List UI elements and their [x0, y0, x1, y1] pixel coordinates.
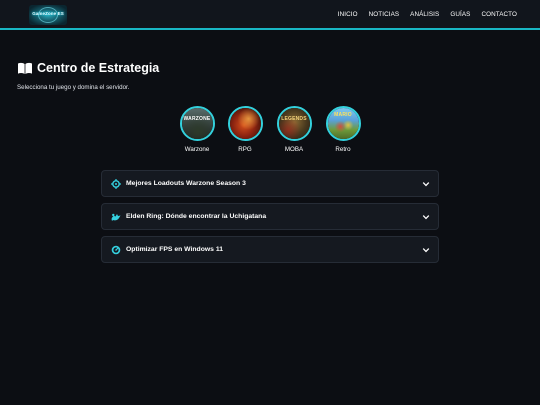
game-option-retro[interactable]: MARIO Retro [325, 106, 361, 153]
game-label: MOBA [284, 146, 304, 153]
guide-accordion-fps[interactable]: Optimizar FPS en Windows 11 [101, 236, 439, 263]
retro-art-text: MARIO [334, 112, 352, 118]
guide-title: Optimizar FPS en Windows 11 [126, 246, 224, 253]
nav-link-noticias[interactable]: NOTICIAS [369, 11, 400, 18]
game-avatar-retro[interactable]: MARIO [325, 106, 361, 141]
open-book-icon [18, 62, 32, 74]
moba-art-text: LEGENDS [281, 116, 307, 122]
game-selector: WARZONE Warzone RPG LEGENDS MOBA MARIO R… [179, 106, 361, 156]
guide-accordion-warzone[interactable]: Mejores Loadouts Warzone Season 3 [101, 170, 439, 197]
game-avatar-warzone[interactable]: WARZONE [179, 106, 215, 141]
chevron-down-icon [422, 248, 430, 253]
chevron-down-icon [422, 182, 430, 187]
nav-links: INICIO NOTICIAS ANÁLISIS GUÍAS CONTACTO [327, 11, 517, 18]
game-option-rpg[interactable]: RPG [227, 106, 263, 153]
chevron-down-icon [422, 215, 430, 220]
page-subtitle: Selecciona tu juego y domina el servidor… [17, 84, 130, 91]
game-option-moba[interactable]: LEGENDS MOBA [276, 106, 312, 153]
game-label: Retro [335, 146, 351, 153]
game-label: Warzone [184, 146, 210, 153]
site-logo[interactable]: GameZone ES [29, 5, 67, 25]
nav-link-guias[interactable]: GUÍAS [450, 11, 470, 18]
guide-title: Elden Ring: Dónde encontrar la Uchigatan… [126, 213, 267, 220]
crosshair-icon [111, 179, 121, 189]
game-label: RPG [238, 146, 252, 153]
warzone-art-text: WARZONE [183, 116, 211, 122]
speedometer-icon [111, 245, 121, 255]
page-title: Centro de Estrategia [37, 61, 160, 75]
nav-link-inicio[interactable]: INICIO [338, 11, 358, 18]
page-header: Centro de Estrategia [17, 60, 159, 76]
game-avatar-moba[interactable]: LEGENDS [276, 106, 312, 141]
game-option-warzone[interactable]: WARZONE Warzone [179, 106, 215, 153]
dragon-icon [111, 213, 121, 221]
guide-accordion-elden-ring[interactable]: Elden Ring: Dónde encontrar la Uchigatan… [101, 203, 439, 230]
guide-title: Mejores Loadouts Warzone Season 3 [126, 180, 246, 187]
game-avatar-rpg[interactable] [227, 106, 263, 141]
nav-link-analisis[interactable]: ANÁLISIS [410, 11, 439, 18]
navbar: GameZone ES INICIO NOTICIAS ANÁLISIS GUÍ… [0, 0, 540, 30]
logo-text: GameZone ES [32, 11, 64, 16]
nav-link-contacto[interactable]: CONTACTO [481, 11, 517, 18]
